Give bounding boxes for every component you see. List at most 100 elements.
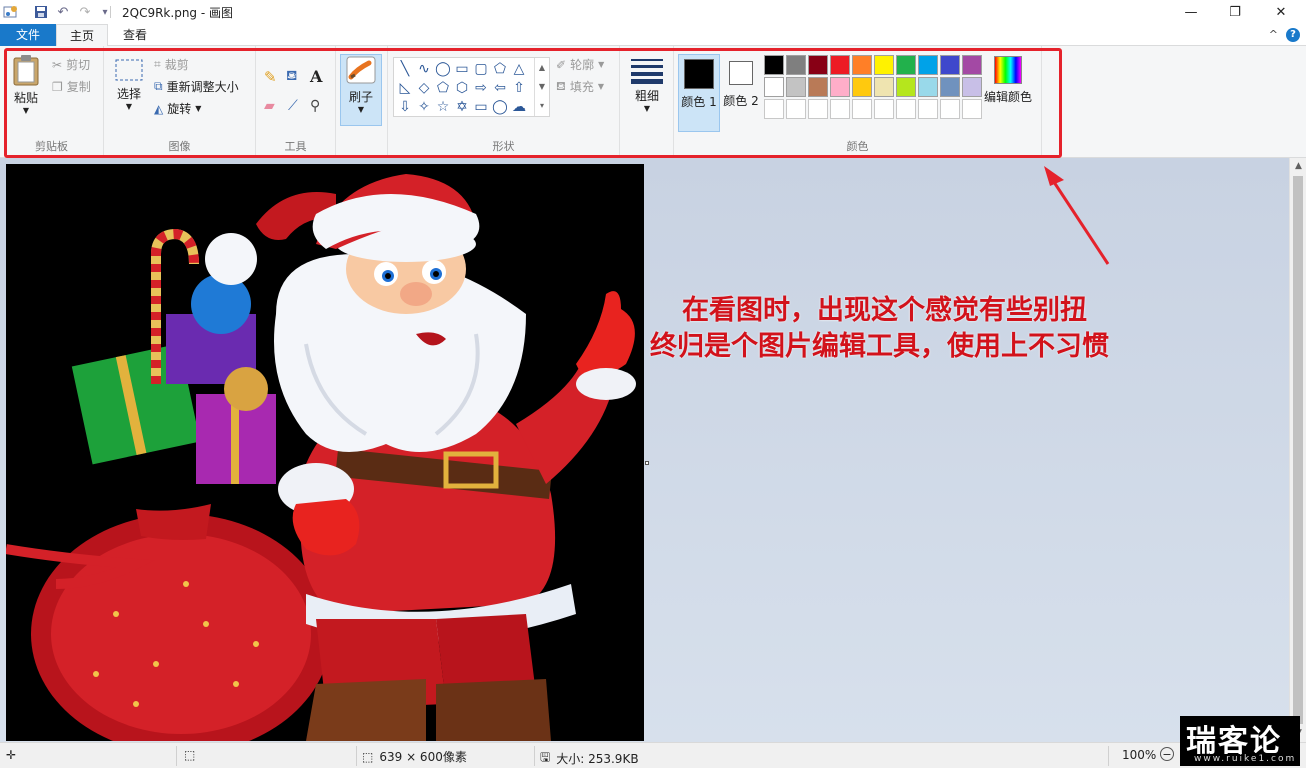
annotation-arrow (1044, 166, 1110, 265)
cut-button[interactable]: ✂ 剪切 (52, 56, 90, 73)
undo-icon[interactable]: ↶ (54, 2, 72, 22)
line-shape-icon[interactable]: ╲ (396, 60, 414, 78)
color-swatch[interactable] (764, 77, 784, 97)
annotation-line-1: 在看图时，出现这个感觉有些别扭 (682, 295, 1087, 326)
color-swatch[interactable] (786, 55, 806, 75)
polygon-shape-icon[interactable]: ⬠ (491, 60, 509, 78)
custom-color-slot[interactable] (830, 99, 850, 119)
color-swatch[interactable] (896, 77, 916, 97)
paste-dropdown-icon[interactable]: ▼ (8, 106, 44, 115)
edit-colors-label: 编辑颜色 (983, 90, 1032, 104)
crop-button[interactable]: ⌗ 裁剪 (154, 56, 189, 73)
customize-quick-access-icon[interactable]: ▾ (96, 2, 114, 22)
size-dropdown-icon[interactable]: ▼ (626, 104, 668, 113)
color-swatch[interactable] (852, 55, 872, 75)
close-button[interactable]: ✕ (1258, 0, 1304, 24)
rectangle-shape-icon[interactable]: ▭ (453, 60, 471, 78)
six-point-star-shape-icon[interactable]: ✡ (453, 98, 471, 116)
tab-view[interactable]: 查看 (112, 24, 158, 46)
up-arrow-shape-icon[interactable]: ⇧ (510, 79, 528, 97)
color-swatch[interactable] (918, 77, 938, 97)
five-point-star-shape-icon[interactable]: ☆ (434, 98, 452, 116)
right-triangle-shape-icon[interactable]: ◺ (396, 79, 414, 97)
scrollbar-thumb[interactable] (1293, 176, 1303, 724)
oval-shape-icon[interactable]: ◯ (434, 60, 452, 78)
fill-button[interactable]: ⛾ 填充 ▼ (556, 78, 604, 95)
shapes-gallery-scroll[interactable]: ▲ ▼ ▾ (534, 58, 549, 116)
custom-color-slot[interactable] (874, 99, 894, 119)
shapes-group-label: 形状 (492, 140, 515, 153)
hexagon-shape-icon[interactable]: ⬡ (453, 79, 471, 97)
tab-file[interactable]: 文件 (0, 24, 56, 46)
color-swatch[interactable] (830, 55, 850, 75)
vertical-scrollbar[interactable]: ▲ ▼ (1289, 158, 1306, 742)
pencil-tool[interactable]: ✎ (264, 68, 277, 86)
rounded-callout-shape-icon[interactable]: ▭ (472, 98, 490, 116)
canvas-resize-handle[interactable] (645, 461, 649, 465)
custom-color-slot[interactable] (786, 99, 806, 119)
triangle-shape-icon[interactable]: △ (510, 60, 528, 78)
color-picker-tool[interactable]: ⟋ (288, 98, 298, 114)
diamond-shape-icon[interactable]: ◇ (415, 79, 433, 97)
size-button[interactable]: 粗细 ▼ (626, 56, 668, 113)
edit-colors-button[interactable]: 编辑颜色 (978, 56, 1038, 105)
fill-icon: ⛾ (556, 78, 566, 93)
color-swatch[interactable] (940, 55, 960, 75)
collapse-ribbon-icon[interactable]: ^ (1269, 28, 1278, 41)
color2-button[interactable]: 颜色 2 (722, 54, 760, 132)
color-swatch[interactable] (808, 77, 828, 97)
color-swatch[interactable] (764, 55, 784, 75)
paste-button[interactable]: 粘贴 ▼ (8, 54, 44, 115)
left-arrow-shape-icon[interactable]: ⇦ (491, 79, 509, 97)
rotate-button[interactable]: ◭ 旋转 ▼ (154, 100, 201, 117)
color1-button[interactable]: 颜色 1 (678, 54, 720, 132)
color-swatch[interactable] (874, 55, 894, 75)
color-swatch[interactable] (918, 55, 938, 75)
custom-color-slot[interactable] (940, 99, 960, 119)
eraser-tool[interactable]: ▰ (264, 98, 275, 114)
curve-shape-icon[interactable]: ∿ (415, 60, 433, 78)
four-point-star-shape-icon[interactable]: ✧ (415, 98, 433, 116)
magnifier-tool[interactable]: ⚲ (310, 98, 320, 114)
copy-button[interactable]: ❐ 复制 (52, 78, 91, 95)
help-icon[interactable]: ? (1286, 28, 1300, 42)
color-swatch[interactable] (852, 77, 872, 97)
color-swatch[interactable] (896, 55, 916, 75)
maximize-button[interactable]: ❐ (1212, 0, 1258, 24)
save-icon[interactable] (32, 2, 50, 22)
redo-icon[interactable]: ↷ (76, 2, 94, 22)
brushes-button[interactable]: 刷子 ▼ (340, 54, 382, 126)
pentagon-shape-icon[interactable]: ⬠ (434, 79, 452, 97)
resize-button[interactable]: ⧉ 重新调整大小 (154, 78, 239, 95)
fill-tool[interactable]: ⛾ (286, 68, 297, 86)
image-canvas[interactable] (6, 164, 644, 741)
custom-color-slot[interactable] (764, 99, 784, 119)
right-arrow-shape-icon[interactable]: ⇨ (472, 79, 490, 97)
down-arrow-shape-icon[interactable]: ⇩ (396, 98, 414, 116)
outline-button[interactable]: ✐ 轮廓 ▼ (556, 56, 604, 73)
scroll-up-icon[interactable]: ▲ (1290, 158, 1306, 175)
brushes-dropdown-icon[interactable]: ▼ (341, 105, 381, 114)
color-swatch[interactable] (786, 77, 806, 97)
rotate-dropdown-icon[interactable]: ▼ (195, 104, 201, 113)
outline-dropdown-icon[interactable]: ▼ (598, 60, 604, 69)
custom-color-slot[interactable] (918, 99, 938, 119)
color-swatch[interactable] (808, 55, 828, 75)
color-swatch[interactable] (874, 77, 894, 97)
zoom-out-icon[interactable]: − (1160, 747, 1174, 761)
tab-home[interactable]: 主页 (56, 24, 108, 47)
paint-app-icon[interactable] (2, 2, 20, 22)
color-swatch[interactable] (940, 77, 960, 97)
custom-color-slot[interactable] (852, 99, 872, 119)
cloud-callout-shape-icon[interactable]: ☁ (510, 98, 528, 116)
rounded-rectangle-shape-icon[interactable]: ▢ (472, 60, 490, 78)
text-tool[interactable]: A (310, 67, 322, 86)
minimize-button[interactable]: — (1168, 0, 1214, 24)
fill-dropdown-icon[interactable]: ▼ (598, 82, 604, 91)
oval-callout-shape-icon[interactable]: ◯ (491, 98, 509, 116)
custom-color-slot[interactable] (896, 99, 916, 119)
custom-color-slot[interactable] (808, 99, 828, 119)
color-swatch[interactable] (830, 77, 850, 97)
select-button[interactable]: 选择 ▼ (112, 58, 146, 111)
select-dropdown-icon[interactable]: ▼ (112, 102, 146, 111)
